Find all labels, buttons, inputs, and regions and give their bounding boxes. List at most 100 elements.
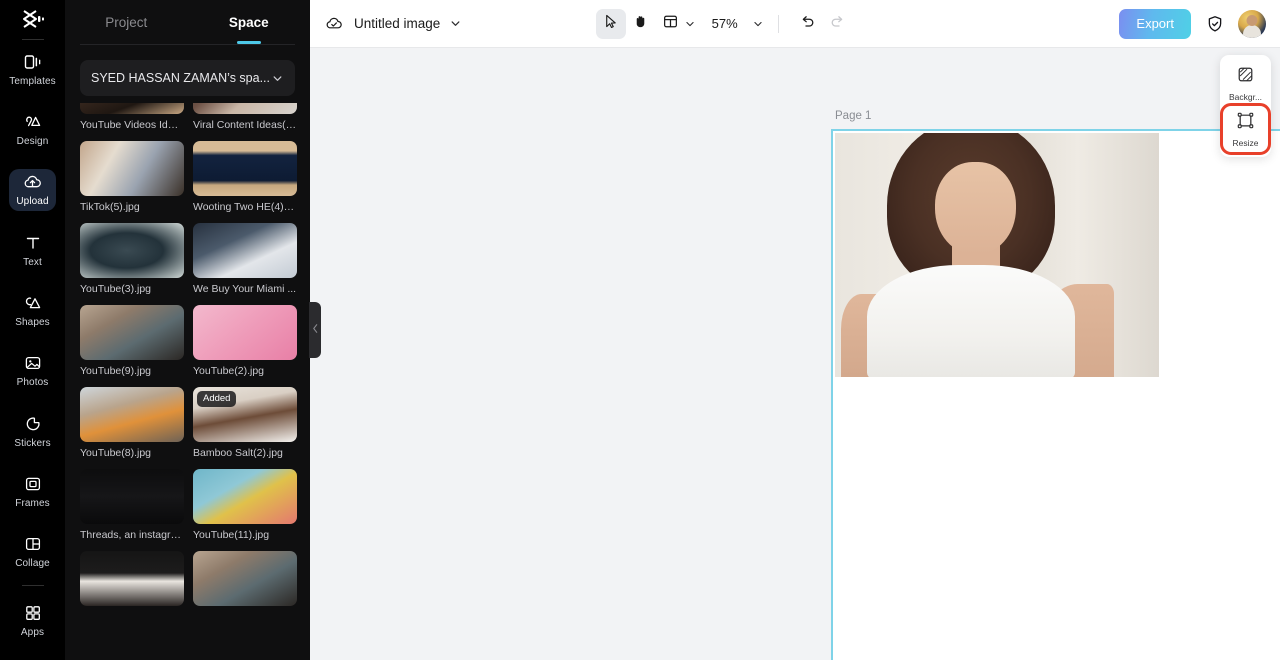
list-item[interactable]: YouTube(2).jpg	[193, 305, 297, 378]
undo-button[interactable]	[793, 9, 823, 39]
tab-active-indicator	[236, 41, 261, 44]
list-item[interactable]	[80, 551, 184, 611]
asset-thumbnail[interactable]	[193, 469, 297, 524]
sidebar-item-upload[interactable]: Upload	[9, 168, 56, 212]
layout-panel-icon	[662, 13, 679, 35]
asset-thumbnail[interactable]	[193, 551, 297, 606]
list-item[interactable]: Viral Content Ideas(7...	[193, 103, 297, 132]
list-item[interactable]	[193, 551, 297, 611]
list-item[interactable]: YouTube(11).jpg	[193, 469, 297, 542]
chevron-down-icon	[684, 18, 696, 30]
sidebar-item-label: Design	[16, 136, 49, 148]
asset-caption: YouTube(8).jpg	[80, 447, 152, 459]
select-tool-button[interactable]	[595, 8, 626, 39]
tab-label: Project	[105, 14, 148, 30]
asset-thumbnail[interactable]	[80, 387, 184, 442]
sidebar-item-label: Frames	[15, 497, 50, 509]
status-badge: Added	[197, 391, 237, 407]
sidebar-item-label: Text	[23, 256, 42, 268]
capcut-logo[interactable]	[0, 0, 65, 37]
asset-grid-scroll[interactable]: YouTube Videos Idea... Viral Content Ide…	[65, 103, 310, 660]
asset-thumbnail[interactable]	[193, 305, 297, 360]
library-panel: Project Space SYED HASSAN ZAMAN’s spa...	[65, 0, 321, 660]
zoom-dropdown-chevron-down-icon[interactable]	[752, 18, 764, 30]
tab-project[interactable]: Project	[65, 0, 188, 44]
avatar[interactable]	[1237, 9, 1266, 38]
asset-caption: Bamboo Salt(2).jpg	[193, 447, 283, 459]
sidebar-item-label: Stickers	[14, 437, 51, 449]
asset-thumbnail[interactable]	[80, 103, 184, 114]
list-item[interactable]: Threads, an instagra...	[80, 469, 184, 542]
topbar-right-group: Export	[1119, 8, 1266, 39]
rail-separator	[21, 584, 44, 586]
asset-thumbnail[interactable]	[193, 141, 297, 196]
document-title[interactable]: Untitled image	[354, 16, 440, 31]
hand-icon	[632, 13, 649, 35]
panel-collapse-handle[interactable]	[309, 302, 321, 358]
asset-grid: YouTube Videos Idea... Viral Content Ide…	[65, 103, 310, 611]
list-item[interactable]: YouTube(8).jpg	[80, 387, 184, 460]
main-area: Untitled image 57% Export Page 1 Backgr.…	[310, 0, 1280, 660]
sidebar-item-label: Shapes	[15, 316, 50, 328]
canvas-tools: 57%	[595, 8, 853, 39]
photo-shirt	[867, 264, 1075, 377]
sidebar-item-label: Apps	[20, 627, 45, 639]
list-item[interactable]: YouTube(9).jpg	[80, 305, 184, 378]
collage-icon	[23, 533, 43, 555]
sidebar-item-apps[interactable]: Apps	[9, 600, 56, 642]
asset-caption: YouTube(3).jpg	[80, 283, 152, 295]
space-selector[interactable]: SYED HASSAN ZAMAN’s spa...	[80, 60, 295, 96]
asset-thumbnail[interactable]	[80, 223, 184, 278]
sidebar-item-photos[interactable]: Photos	[9, 350, 56, 392]
text-icon	[23, 232, 43, 254]
canvas-stage[interactable]: Page 1 Backgr... Resize	[310, 48, 1280, 660]
shield-check-icon[interactable]	[1205, 14, 1225, 34]
sidebar-item-templates[interactable]: Templates	[9, 48, 56, 90]
resize-button[interactable]: Resize	[1220, 103, 1271, 155]
page-label: Page 1	[835, 110, 872, 122]
asset-caption: YouTube Videos Idea...	[80, 119, 184, 131]
asset-thumbnail[interactable]: Added	[193, 387, 297, 442]
canvas-page[interactable]	[831, 129, 1280, 660]
list-item[interactable]: We Buy Your Miami ...	[193, 223, 297, 296]
photo-face	[935, 162, 1017, 255]
sidebar-item-shapes[interactable]: Shapes	[9, 289, 56, 331]
list-item[interactable]: YouTube(3).jpg	[80, 223, 184, 296]
apps-grid-icon	[23, 602, 43, 624]
sidebar-item-label: Upload	[16, 196, 49, 208]
sidebar-item-text[interactable]: Text	[9, 229, 56, 271]
space-selector-value: SYED HASSAN ZAMAN’s spa...	[91, 71, 270, 85]
sidebar-item-collage[interactable]: Collage	[9, 531, 56, 573]
asset-caption: TikTok(5).jpg	[80, 201, 140, 213]
export-button[interactable]: Export	[1119, 8, 1191, 39]
chevron-down-icon	[271, 72, 284, 85]
asset-thumbnail[interactable]	[193, 103, 297, 114]
list-item[interactable]: YouTube Videos Idea...	[80, 103, 184, 132]
redo-icon	[829, 13, 846, 35]
background-button-label: Backgr...	[1228, 91, 1263, 102]
sidebar-item-design[interactable]: Design	[9, 108, 56, 150]
tab-space[interactable]: Space	[188, 0, 311, 44]
sidebar-item-stickers[interactable]: Stickers	[9, 410, 56, 452]
list-item[interactable]: Added Bamboo Salt(2).jpg	[193, 387, 297, 460]
cloud-saved-icon[interactable]	[324, 14, 344, 34]
asset-thumbnail[interactable]	[80, 305, 184, 360]
left-rail: Templates Design Upload Text Shapes Phot…	[0, 0, 65, 660]
floating-tool-panel: Backgr... Resize	[1220, 55, 1271, 157]
list-item[interactable]: Wooting Two HE(4).j...	[193, 141, 297, 214]
asset-thumbnail[interactable]	[80, 551, 184, 606]
sidebar-item-frames[interactable]: Frames	[9, 470, 56, 512]
layout-tool-button[interactable]	[662, 13, 696, 35]
chevron-down-icon[interactable]	[449, 17, 462, 30]
asset-thumbnail[interactable]	[193, 223, 297, 278]
asset-thumbnail[interactable]	[80, 469, 184, 524]
toolbar-divider	[777, 14, 779, 33]
photos-icon	[23, 352, 43, 374]
asset-thumbnail[interactable]	[80, 141, 184, 196]
canvas-image-element[interactable]	[835, 133, 1159, 377]
background-button[interactable]: Backgr...	[1223, 60, 1268, 106]
list-item[interactable]: TikTok(5).jpg	[80, 141, 184, 214]
hand-tool-button[interactable]	[626, 9, 656, 39]
redo-button[interactable]	[823, 9, 853, 39]
zoom-level[interactable]: 57%	[712, 16, 738, 31]
